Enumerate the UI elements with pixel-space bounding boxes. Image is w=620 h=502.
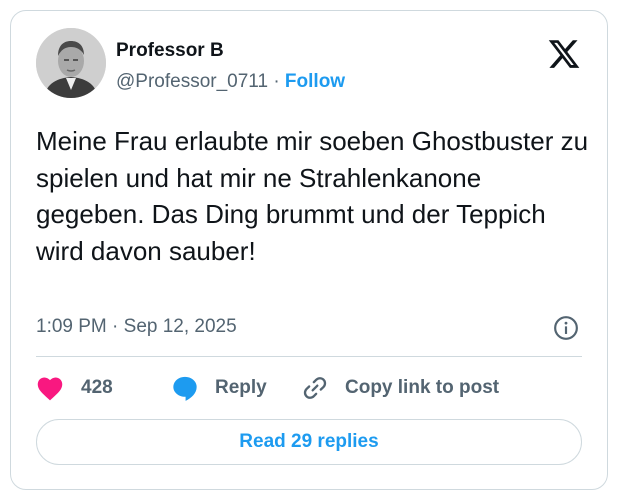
profile-photo-icon — [36, 28, 106, 98]
post-text: Meine Frau erlaubte mir soeben Ghostbust… — [36, 126, 589, 266]
read-replies-button[interactable]: Read 29 replies — [36, 419, 582, 465]
post-card: Professor B @Professor_0711 · Follow Mei… — [10, 10, 608, 490]
copy-link-button[interactable]: Copy link to post — [301, 373, 499, 403]
info-icon[interactable] — [553, 315, 579, 341]
link-icon — [303, 377, 327, 399]
reply-bubble-icon — [173, 376, 197, 401]
x-logo-icon[interactable] — [546, 37, 582, 71]
author-handle-row: @Professor_0711 · Follow — [116, 71, 345, 93]
author-name[interactable]: Professor B — [116, 40, 224, 62]
like-count: 428 — [81, 377, 113, 398]
heart-icon — [37, 377, 63, 401]
author-handle[interactable]: @Professor_0711 — [116, 71, 268, 92]
reply-button[interactable]: Reply — [171, 373, 267, 403]
like-button[interactable]: 428 — [36, 373, 113, 403]
follow-button[interactable]: Follow — [285, 71, 345, 92]
copy-link-label: Copy link to post — [345, 377, 500, 398]
divider — [36, 356, 582, 357]
action-bar: 428 Reply Copy link to post — [36, 373, 596, 403]
avatar[interactable] — [36, 28, 106, 98]
separator-dot: · — [273, 71, 280, 92]
reply-label: Reply — [215, 377, 267, 398]
post-timestamp[interactable]: 1:09 PM · Sep 12, 2025 — [36, 316, 237, 338]
